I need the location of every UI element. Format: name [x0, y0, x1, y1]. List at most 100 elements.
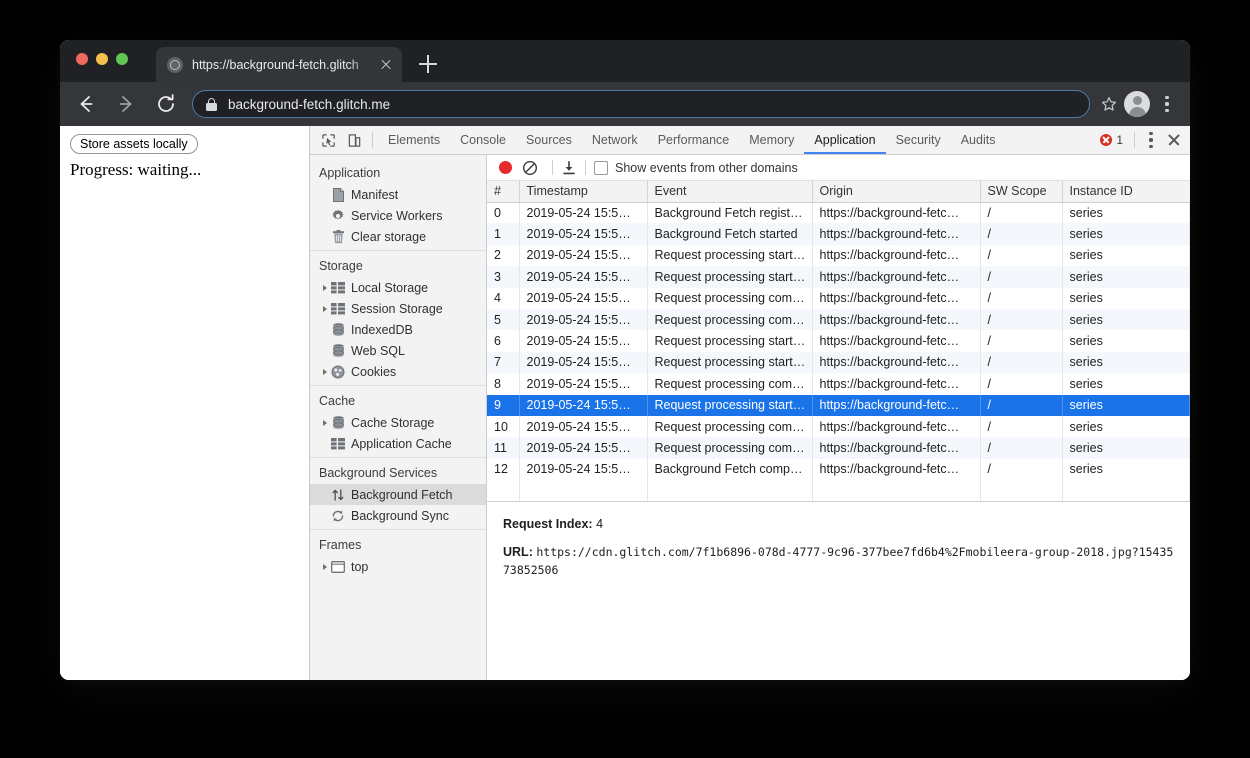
inspect-element-icon[interactable] — [315, 127, 341, 153]
cell-event: Background Fetch regist… — [647, 202, 813, 224]
address-bar[interactable]: background-fetch.glitch.me — [192, 90, 1090, 118]
sidebar-item-web-sql[interactable]: Web SQL — [310, 340, 486, 361]
table-row[interactable]: 6 2019-05-24 15:5… Request processing st… — [487, 330, 1190, 352]
device-toolbar-icon[interactable] — [341, 127, 367, 153]
table-row[interactable]: 10 2019-05-24 15:5… Request processing c… — [487, 415, 1190, 438]
column-header-timestamp[interactable]: Timestamp — [519, 181, 648, 203]
table-row[interactable]: 4 2019-05-24 15:5… Request processing co… — [487, 287, 1190, 309]
minimize-window-button[interactable] — [96, 53, 108, 65]
close-window-button[interactable] — [76, 53, 88, 65]
table-row[interactable]: 7 2019-05-24 15:5… Request processing st… — [487, 351, 1190, 374]
table-row[interactable]: 3 2019-05-24 15:5… Request processing st… — [487, 266, 1190, 288]
profile-avatar[interactable] — [1124, 91, 1150, 117]
cell-instance: series — [1062, 244, 1190, 267]
show-other-domains-checkbox[interactable] — [594, 160, 608, 175]
cell-origin: https://background-fetc… — [812, 351, 981, 374]
close-devtools-icon[interactable] — [1162, 128, 1186, 152]
store-assets-locally-button[interactable]: Store assets locally — [70, 134, 198, 154]
column-header-num[interactable]: # — [487, 181, 520, 203]
sidebar-item-local-storage[interactable]: Local Storage — [310, 277, 486, 298]
download-icon[interactable] — [561, 160, 577, 176]
column-header-sw-scope[interactable]: SW Scope — [980, 181, 1063, 203]
sidebar-item-top-frame[interactable]: top — [310, 556, 486, 577]
sidebar-item-background-sync[interactable]: Background Sync — [310, 505, 486, 526]
tab-memory[interactable]: Memory — [739, 126, 804, 154]
cell-timestamp: 2019-05-24 15:5… — [519, 437, 648, 459]
devtools-more-options-icon[interactable] — [1140, 127, 1162, 153]
tab-sources[interactable]: Sources — [516, 126, 582, 154]
show-other-domains-label[interactable]: Show events from other domains — [615, 161, 798, 175]
table-filler-row — [487, 480, 1190, 502]
sidebar-item-session-storage[interactable]: Session Storage — [310, 298, 486, 319]
cell-origin: https://background-fetc… — [812, 394, 981, 416]
tree-group-background-services: Background Services — [319, 466, 438, 480]
tab-audits[interactable]: Audits — [951, 126, 1006, 154]
table-row[interactable]: 0 2019-05-24 15:5… Background Fetch regi… — [487, 202, 1190, 224]
application-tree-sidebar: Application Manifest Service Workers Cle… — [310, 155, 487, 680]
column-header-instance-id[interactable]: Instance ID — [1062, 181, 1190, 203]
sidebar-item-label: Background Fetch — [351, 487, 453, 502]
cell-origin: https://background-fetc… — [812, 308, 981, 331]
tab-application[interactable]: Application — [804, 126, 885, 154]
table-row-selected[interactable]: 9 2019-05-24 15:5… Request processing st… — [487, 394, 1190, 416]
sidebar-item-label: IndexedDB — [351, 322, 413, 337]
table-row[interactable]: 5 2019-05-24 15:5… Request processing co… — [487, 308, 1190, 331]
tab-network[interactable]: Network — [582, 126, 648, 154]
cell-scope: / — [980, 244, 1063, 267]
expand-twisty-icon[interactable] — [319, 563, 330, 570]
table-row[interactable]: 2 2019-05-24 15:5… Request processing st… — [487, 244, 1190, 267]
window-body: Store assets locally Progress: waiting..… — [60, 126, 1190, 680]
forward-button[interactable] — [112, 90, 140, 118]
column-header-origin[interactable]: Origin — [812, 181, 981, 203]
cell-instance: series — [1062, 415, 1190, 438]
expand-twisty-icon[interactable] — [319, 368, 330, 375]
sidebar-item-application-cache[interactable]: Application Cache — [310, 433, 486, 454]
tab-security[interactable]: Security — [886, 126, 951, 154]
sidebar-item-clear-storage[interactable]: Clear storage — [310, 226, 486, 247]
frame-icon — [330, 560, 346, 573]
cell-num: 1 — [487, 223, 520, 245]
cell-origin: https://background-fetc… — [812, 373, 981, 395]
browser-window: https://background-fetch.glitch backgrou… — [60, 40, 1190, 680]
record-icon[interactable] — [499, 161, 512, 174]
maximize-window-button[interactable] — [116, 53, 128, 65]
expand-twisty-icon[interactable] — [319, 284, 330, 291]
sidebar-item-label: Local Storage — [351, 280, 429, 295]
table-row[interactable]: 8 2019-05-24 15:5… Request processing co… — [487, 373, 1190, 395]
clear-icon[interactable] — [522, 160, 538, 176]
error-count-badge[interactable]: 1 — [1094, 133, 1129, 147]
sidebar-item-background-fetch[interactable]: Background Fetch — [310, 484, 486, 505]
new-tab-icon[interactable] — [414, 50, 442, 78]
tab-elements[interactable]: Elements — [378, 126, 450, 154]
cell-timestamp: 2019-05-24 15:5… — [519, 351, 648, 374]
expand-twisty-icon[interactable] — [319, 419, 330, 426]
cell-scope: / — [980, 266, 1063, 288]
sidebar-item-cookies[interactable]: Cookies — [310, 361, 486, 382]
sidebar-item-label: Cache Storage — [351, 415, 435, 430]
events-table: # Timestamp Event Origin SW Scope Instan… — [487, 181, 1190, 502]
sidebar-item-service-workers[interactable]: Service Workers — [310, 205, 486, 226]
sidebar-item-indexeddb[interactable]: IndexedDB — [310, 319, 486, 340]
sidebar-item-cache-storage[interactable]: Cache Storage — [310, 412, 486, 433]
expand-twisty-icon[interactable] — [319, 305, 330, 312]
browser-menu-icon[interactable] — [1156, 91, 1178, 117]
close-tab-icon[interactable] — [378, 57, 394, 73]
cell-scope: / — [980, 351, 1063, 374]
tree-divider — [310, 250, 486, 251]
browser-tab[interactable]: https://background-fetch.glitch — [156, 47, 402, 82]
table-row[interactable]: 1 2019-05-24 15:5… Background Fetch star… — [487, 223, 1190, 245]
sidebar-item-manifest[interactable]: Manifest — [310, 184, 486, 205]
bookmark-star-icon[interactable] — [1100, 95, 1118, 113]
cell-instance: series — [1062, 330, 1190, 352]
cell-event: Request processing com… — [647, 415, 813, 438]
page-content: Store assets locally Progress: waiting..… — [60, 126, 310, 680]
tab-console[interactable]: Console — [450, 126, 516, 154]
table-row[interactable]: 11 2019-05-24 15:5… Request processing c… — [487, 437, 1190, 459]
column-header-event[interactable]: Event — [647, 181, 813, 203]
tab-performance[interactable]: Performance — [648, 126, 740, 154]
cell-timestamp: 2019-05-24 15:5… — [519, 415, 648, 438]
reload-button[interactable] — [152, 90, 180, 118]
tree-group-storage: Storage — [319, 259, 363, 273]
table-row[interactable]: 12 2019-05-24 15:5… Background Fetch com… — [487, 458, 1190, 481]
back-button[interactable] — [72, 90, 100, 118]
